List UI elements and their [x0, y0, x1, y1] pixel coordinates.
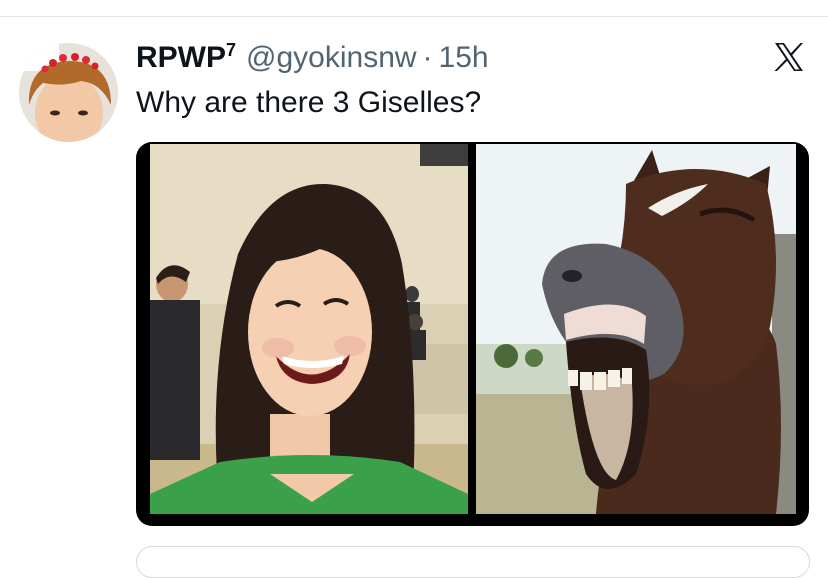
bottom-card-edge: [136, 546, 810, 578]
top-divider: [0, 16, 828, 17]
horse-laughing-photo[interactable]: [476, 144, 796, 514]
avatar[interactable]: [19, 43, 118, 142]
tweet-header: RPWP 7 @gyokinsnw · 15h: [136, 38, 489, 78]
timestamp[interactable]: 15h: [439, 38, 489, 78]
display-name[interactable]: RPWP: [136, 38, 226, 78]
media-divider: [468, 142, 476, 526]
name-superscript: 7: [226, 40, 237, 60]
tweet-media[interactable]: [136, 142, 809, 526]
avatar-image: [19, 43, 118, 142]
x-logo-icon[interactable]: [772, 40, 806, 74]
separator-dot: ·: [422, 41, 433, 74]
tweet-text: Why are there 3 Giselles?: [136, 86, 482, 119]
woman-laughing-photo[interactable]: [150, 144, 468, 514]
handle[interactable]: @gyokinsnw: [246, 38, 417, 78]
